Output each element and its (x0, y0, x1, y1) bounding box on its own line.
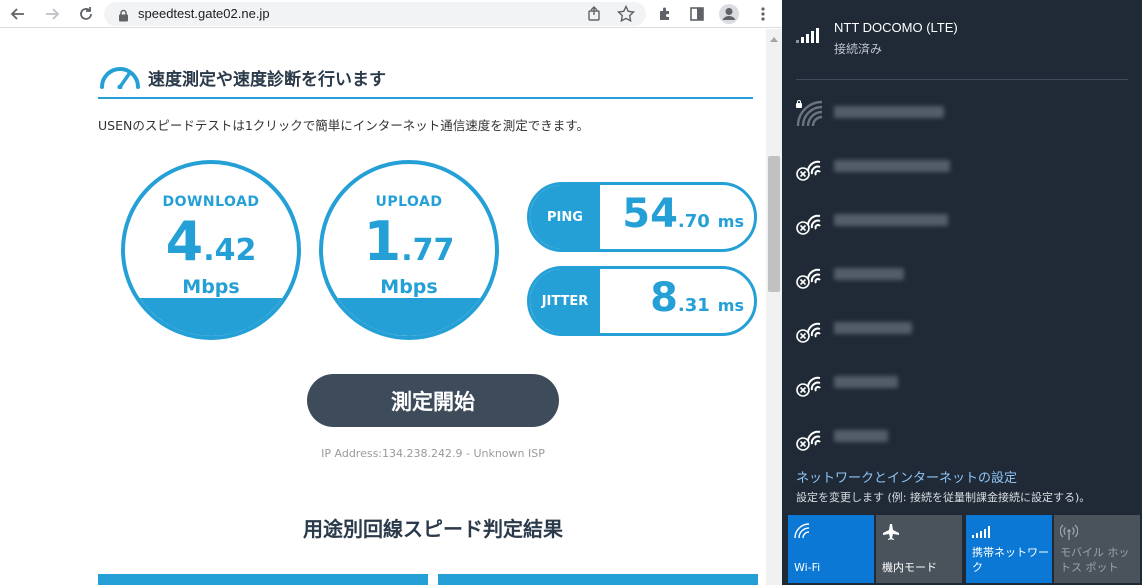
upload-value-frac: .77 (401, 233, 455, 268)
download-value-int: 4 (165, 210, 204, 273)
browser-toolbar: speedtest.gate02.ne.jp (0, 0, 782, 28)
scroll-thumb[interactable] (768, 156, 780, 292)
download-value: 4.42 (125, 210, 297, 273)
network-settings-link[interactable]: ネットワークとインターネットの設定 (796, 467, 1017, 486)
ping-unit: ms (717, 212, 744, 231)
cellular-icon (972, 523, 990, 542)
cellular-signal-icon (796, 28, 820, 48)
ping-panel: PING 54.70 ms (527, 182, 757, 252)
ping-value-int: 54 (622, 191, 678, 237)
page-scrollbar[interactable] (766, 29, 782, 585)
result-tile[interactable] (98, 574, 428, 585)
jitter-panel: JITTER 8.31 ms (527, 266, 757, 336)
address-bar[interactable]: speedtest.gate02.ne.jp (104, 2, 646, 26)
wifi-unavailable-icon (796, 154, 824, 186)
wifi-toggle-label: Wi-Fi (794, 561, 821, 574)
mobile-hotspot-label: モバイル ホットス ポット (1060, 546, 1130, 574)
blurred-network-name (834, 106, 944, 118)
wifi-network-item[interactable] (796, 150, 1126, 186)
download-value-frac: .42 (203, 233, 257, 268)
wifi-network-item[interactable] (796, 96, 1126, 132)
blurred-network-name (834, 268, 904, 280)
side-panel-icon[interactable] (686, 3, 708, 25)
jitter-value-int: 8 (650, 275, 678, 321)
cellular-toggle-button[interactable]: 携帯ネットワーク (966, 515, 1052, 583)
download-gauge: DOWNLOAD 4.42 Mbps (121, 160, 301, 340)
page-title: 速度測定や速度診断を行います (148, 70, 386, 90)
ping-label: PING (530, 185, 600, 249)
download-unit: Mbps (182, 276, 240, 298)
upload-unit: Mbps (380, 276, 438, 298)
profile-icon[interactable] (718, 3, 740, 25)
back-icon[interactable] (6, 2, 30, 26)
upload-value-int: 1 (363, 210, 402, 273)
wifi-network-item[interactable] (796, 312, 1126, 348)
share-icon[interactable] (586, 5, 604, 27)
result-tile[interactable] (438, 574, 758, 585)
connected-network-state: 接続済み (834, 42, 883, 56)
connected-network-name[interactable]: NTT DOCOMO (LTE) (834, 20, 958, 35)
upload-gauge-fill (323, 298, 495, 336)
blurred-network-name (834, 376, 898, 388)
blurred-network-name (834, 160, 950, 172)
section-heading: 速度測定や速度診断を行います (98, 57, 753, 99)
start-test-button[interactable]: 測定開始 (307, 374, 559, 427)
menu-icon[interactable] (752, 3, 774, 25)
speedometer-icon (98, 63, 142, 93)
bookmark-star-icon[interactable] (616, 4, 636, 28)
jitter-value: 8.31 ms (650, 275, 744, 321)
wifi-unavailable-icon (796, 370, 824, 402)
hotspot-icon (1059, 523, 1079, 545)
wifi-unavailable-icon (796, 208, 824, 240)
blurred-network-name (834, 322, 912, 334)
airplane-icon (882, 523, 900, 545)
wifi-network-item[interactable] (796, 204, 1126, 240)
wifi-toggle-button[interactable]: Wi-Fi (788, 515, 874, 583)
reload-icon[interactable] (74, 2, 98, 26)
divider (796, 79, 1128, 80)
wifi-network-item[interactable] (796, 366, 1126, 402)
ping-value: 54.70 ms (622, 191, 744, 237)
wifi-unavailable-icon (796, 424, 824, 456)
upload-gauge: UPLOAD 1.77 Mbps (319, 160, 499, 340)
wifi-unavailable-icon (796, 262, 824, 294)
mobile-hotspot-button[interactable]: モバイル ホットス ポット (1054, 515, 1140, 583)
page-content: 速度測定や速度診断を行います USENのスピードテストは1クリックで簡単にインタ… (0, 29, 766, 585)
ip-address-text: IP Address:134.238.242.9 - Unknown ISP (321, 447, 545, 460)
url-text[interactable]: speedtest.gate02.ne.jp (138, 6, 270, 21)
network-flyout: NTT DOCOMO (LTE) 接続済み ネットワークとインターネットの設定 … (782, 0, 1142, 585)
jitter-unit: ms (717, 296, 744, 315)
airplane-mode-label: 機内モード (882, 561, 937, 574)
secured-wifi-icon (796, 100, 824, 132)
wifi-network-item[interactable] (796, 258, 1126, 294)
cellular-toggle-label: 携帯ネットワーク (972, 546, 1049, 574)
airplane-mode-button[interactable]: 機内モード (876, 515, 962, 583)
scroll-up-arrow-icon[interactable] (770, 37, 778, 42)
upload-label: UPLOAD (375, 194, 443, 210)
extensions-icon[interactable] (654, 3, 676, 25)
network-settings-description: 設定を変更します (例: 接続を従量制課金接続に設定する)。 (796, 491, 1091, 504)
jitter-value-frac: .31 (677, 295, 710, 316)
results-section-title: 用途別回線スピード判定結果 (303, 517, 563, 541)
download-label: DOWNLOAD (162, 194, 260, 210)
upload-value: 1.77 (323, 210, 495, 273)
ping-value-frac: .70 (677, 211, 710, 232)
lock-icon[interactable] (118, 7, 129, 26)
wifi-unavailable-icon (796, 316, 824, 348)
wifi-network-item[interactable] (796, 420, 1126, 456)
jitter-label: JITTER (530, 269, 600, 333)
blurred-network-name (834, 430, 888, 442)
page-description: USENのスピードテストは1クリックで簡単にインターネット通信速度を測定できます… (98, 118, 590, 133)
download-gauge-fill (125, 298, 297, 336)
forward-icon[interactable] (40, 2, 64, 26)
wifi-icon (794, 523, 812, 543)
blurred-network-name (834, 214, 948, 226)
